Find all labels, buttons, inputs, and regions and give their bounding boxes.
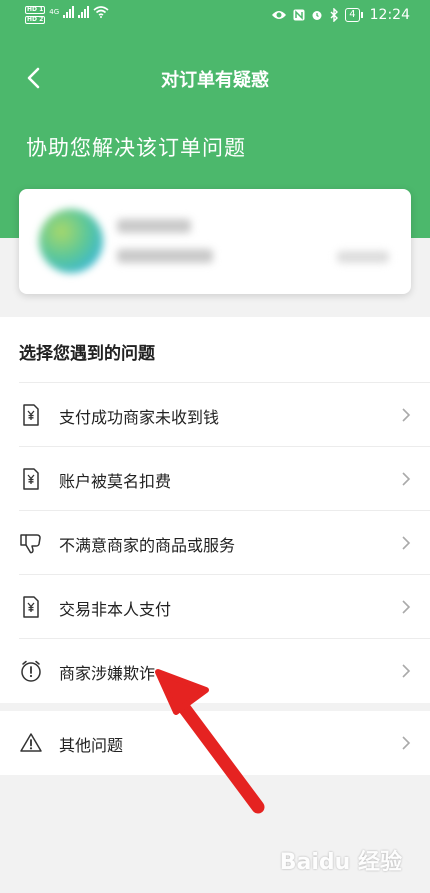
eye-icon <box>272 11 287 19</box>
chevron-right-icon <box>402 472 411 486</box>
network-type: 4G <box>49 8 60 16</box>
chevron-right-icon <box>402 408 411 422</box>
section-title: 选择您遇到的问题 <box>19 344 155 364</box>
issue-label: 账户被莫名扣费 <box>59 472 172 491</box>
signal-icon <box>78 6 90 18</box>
battery-indicator: 4 <box>345 8 364 22</box>
issue-label: 支付成功商家未收到钱 <box>59 408 220 427</box>
bluetooth-icon <box>330 8 339 22</box>
merchant-avatar <box>39 209 103 273</box>
chevron-right-icon <box>402 600 411 614</box>
issue-label: 其他问题 <box>59 736 124 755</box>
nfc-icon <box>293 9 305 21</box>
issue-label: 不满意商家的商品或服务 <box>59 536 236 555</box>
receipt-yuan-icon <box>23 468 39 490</box>
issue-label: 商家涉嫌欺诈 <box>59 664 156 683</box>
issue-list-section: 选择您遇到的问题 支付成功商家未收到钱 账户被莫名扣费 不满意商家的商品或服务 … <box>0 317 430 703</box>
hd-badge: HD 1 <box>25 6 46 14</box>
wifi-icon <box>93 6 109 18</box>
alert-alarm-icon <box>21 660 41 682</box>
issue-row-payment-not-received[interactable]: 支付成功商家未收到钱 <box>19 382 430 447</box>
issue-row-unexpected-charge[interactable]: 账户被莫名扣费 <box>19 446 430 511</box>
alarm-icon <box>312 11 322 20</box>
issue-row-other[interactable]: 其他问题 <box>19 711 430 775</box>
warning-triangle-icon <box>20 733 42 752</box>
hd-badge: HD 2 <box>25 16 46 24</box>
blurred-amount <box>337 251 389 263</box>
help-headline: 协助您解决该订单问题 <box>26 136 246 160</box>
receipt-yuan-icon <box>23 404 39 426</box>
receipt-yuan-icon <box>23 596 39 618</box>
issue-row-not-self-payment[interactable]: 交易非本人支付 <box>19 574 430 639</box>
issue-row-merchant-fraud[interactable]: 商家涉嫌欺诈 <box>19 638 430 703</box>
status-time: 12:24 <box>369 7 410 23</box>
status-bar: HD 1 HD 2 4G 4 12:24 <box>0 0 430 34</box>
other-issue-section: 其他问题 <box>0 711 430 775</box>
chevron-right-icon <box>402 736 411 750</box>
blurred-merchant-name <box>117 219 191 233</box>
blurred-order-info <box>117 249 213 263</box>
chevron-right-icon <box>402 664 411 678</box>
navigation-bar: 对订单有疑惑 <box>0 52 430 104</box>
issue-row-unsatisfied-service[interactable]: 不满意商家的商品或服务 <box>19 510 430 575</box>
order-summary-card[interactable] <box>19 189 411 294</box>
thumbs-down-icon <box>20 534 41 554</box>
signal-icon <box>63 6 75 18</box>
chevron-right-icon <box>402 536 411 550</box>
issue-label: 交易非本人支付 <box>59 600 172 619</box>
page-title: 对订单有疑惑 <box>161 70 269 91</box>
watermark: Baidu 经验 <box>279 850 402 875</box>
